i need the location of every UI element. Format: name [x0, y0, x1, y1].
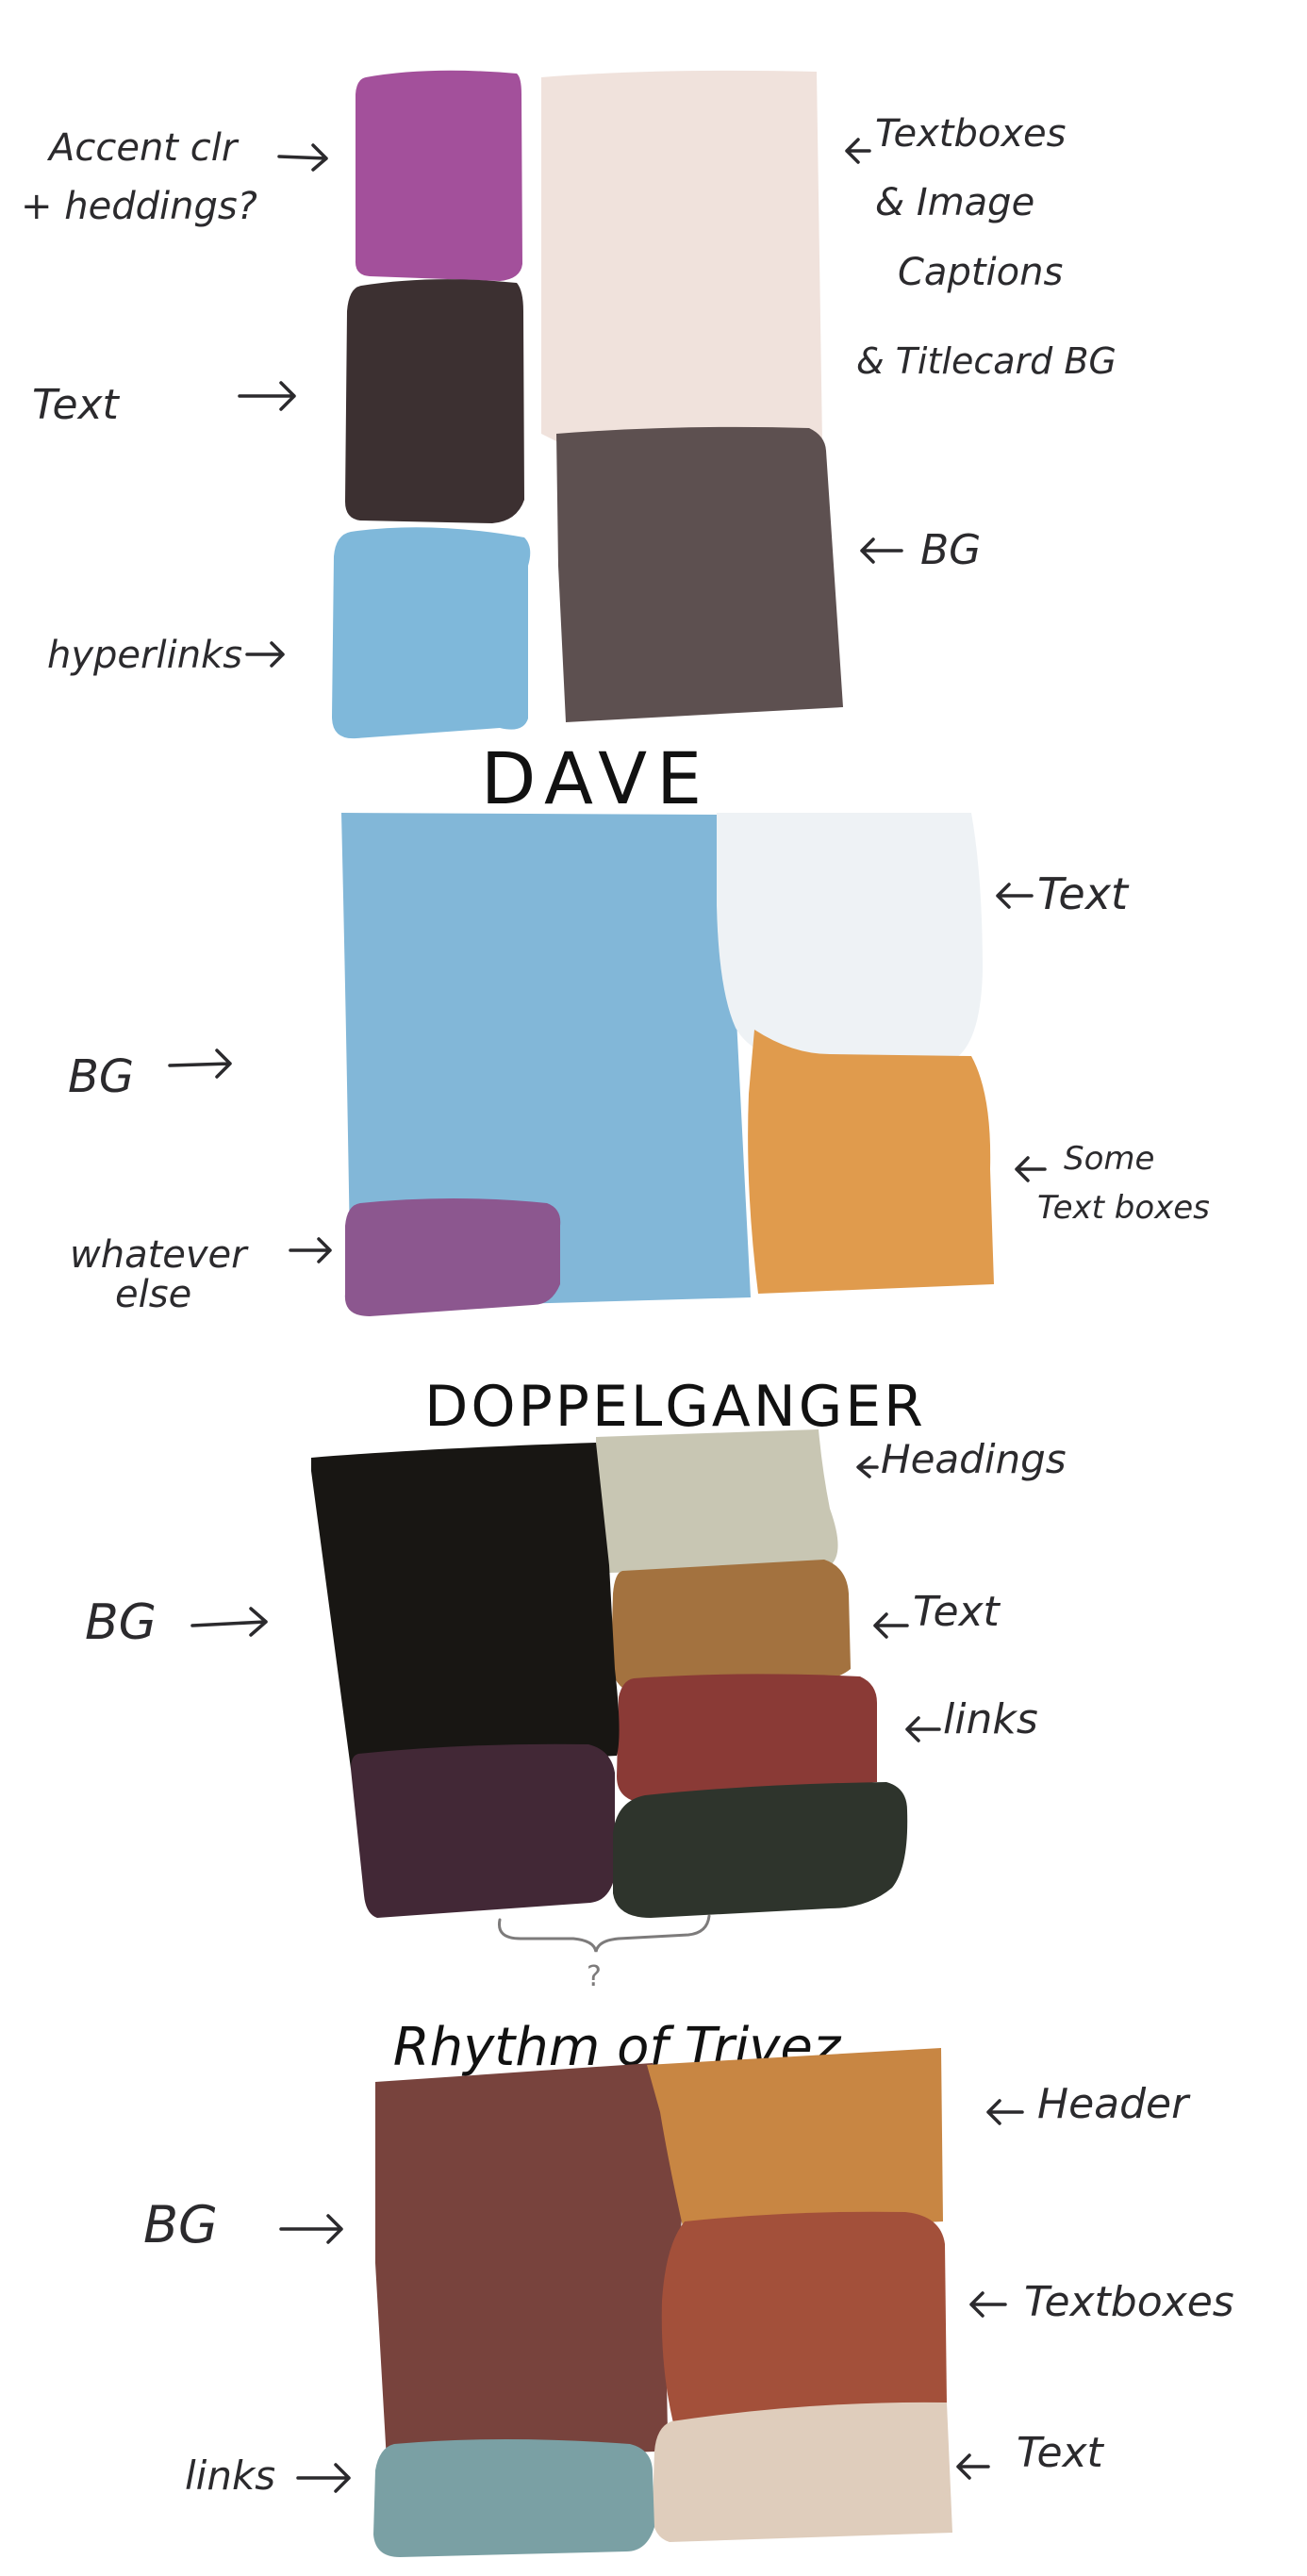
arrow-p1-text	[238, 381, 296, 411]
label-p2-text: Text	[1037, 868, 1130, 919]
swatch-p2-textboxes	[748, 1030, 994, 1294]
brace-p3	[497, 1914, 711, 1953]
label-p4-links: links	[185, 2452, 275, 2499]
swatch-p2-other	[344, 1198, 561, 1316]
palette-1: Accent clr + heddings? Text hyperlinks T…	[21, 70, 1117, 739]
label-p1-links: hyperlinks	[47, 634, 242, 677]
label-p1-textboxes-line4: & Titlecard BG	[856, 340, 1117, 382]
title-dave: DAVE	[481, 736, 711, 820]
arrow-p2-other	[289, 1237, 332, 1263]
label-p4-header: Header	[1037, 2080, 1191, 2128]
arrow-p3-headings	[856, 1456, 879, 1478]
swatch-p1-accent	[355, 70, 522, 281]
arrow-p2-bg	[168, 1049, 232, 1079]
arrow-p1-bg	[860, 537, 903, 564]
label-p2-other-line1: whatever	[70, 1233, 249, 1277]
arrow-p3-links	[905, 1716, 941, 1742]
swatch-p3-green	[613, 1782, 908, 1918]
arrow-p4-text	[956, 2453, 990, 2480]
label-p4-bg: BG	[143, 2195, 218, 2254]
swatch-p3-text	[611, 1560, 851, 1688]
swatch-p3-headings	[596, 1429, 838, 1573]
swatch-p4-text	[652, 2402, 952, 2542]
label-p4-textboxes: Textboxes	[1024, 2278, 1234, 2326]
arrow-p2-text	[996, 883, 1034, 909]
palette-3: DOPPELGANGER ? Headings Text links BG	[85, 1374, 1067, 1993]
palette-4: Rhythm of Trivez Header Textboxes Text B…	[143, 2017, 1234, 2557]
arrow-p1-links	[245, 641, 285, 668]
label-p1-accent-line2: + heddings?	[21, 185, 257, 228]
swatch-p4-header	[647, 2048, 943, 2235]
label-p2-bg: BG	[68, 1050, 134, 1103]
swatch-p1-textboxes	[541, 70, 822, 443]
label-p1-textboxes-line2: & Image	[875, 181, 1034, 224]
swatch-p4-links	[373, 2439, 654, 2557]
label-p2-textboxes-line1: Some	[1064, 1140, 1154, 1178]
arrow-p4-links	[296, 2463, 351, 2493]
label-p1-textboxes-line1: Textboxes	[875, 112, 1066, 156]
label-p1-bg: BG	[920, 526, 981, 574]
arrow-p3-bg	[190, 1607, 268, 1637]
arrow-p4-bg	[279, 2214, 343, 2244]
swatch-p4-textboxes	[661, 2211, 947, 2423]
title-doppelganger: DOPPELGANGER	[424, 1374, 926, 1440]
arrow-p3-text	[873, 1612, 909, 1639]
label-p1-accent-line1: Accent clr	[46, 126, 240, 170]
arrow-p1-accent	[277, 143, 328, 172]
swatch-p1-text	[345, 279, 524, 523]
swatch-p4-bg	[375, 2063, 685, 2461]
swatch-p3-bg	[311, 1443, 620, 1769]
swatch-p1-links	[332, 527, 531, 739]
swatch-p2-text	[717, 813, 983, 1064]
palette-sketch-canvas: Accent clr + heddings? Text hyperlinks T…	[21, 70, 1234, 2557]
label-p1-textboxes-line3: Captions	[898, 251, 1063, 294]
label-p3-headings: Headings	[881, 1436, 1067, 1482]
label-p3-question: ?	[587, 1960, 602, 1993]
arrow-p4-textboxes	[969, 2291, 1007, 2318]
label-p3-links: links	[943, 1695, 1038, 1743]
palette-2: DAVE Text Some Text boxes BG whatever el…	[68, 736, 1210, 1316]
arrow-p4-header	[986, 2099, 1024, 2125]
swatch-p1-bg	[556, 426, 843, 722]
arrow-p2-textboxes	[1015, 1156, 1047, 1182]
label-p3-text: Text	[913, 1588, 1001, 1636]
label-p1-text: Text	[32, 381, 121, 429]
label-p2-textboxes-line2: Text boxes	[1037, 1189, 1210, 1227]
swatch-p3-purple	[351, 1743, 615, 1918]
label-p3-bg: BG	[85, 1594, 157, 1651]
label-p4-text: Text	[1017, 2429, 1105, 2477]
label-p2-other-line2: else	[115, 1273, 191, 1316]
arrow-p1-textboxes	[845, 138, 871, 164]
